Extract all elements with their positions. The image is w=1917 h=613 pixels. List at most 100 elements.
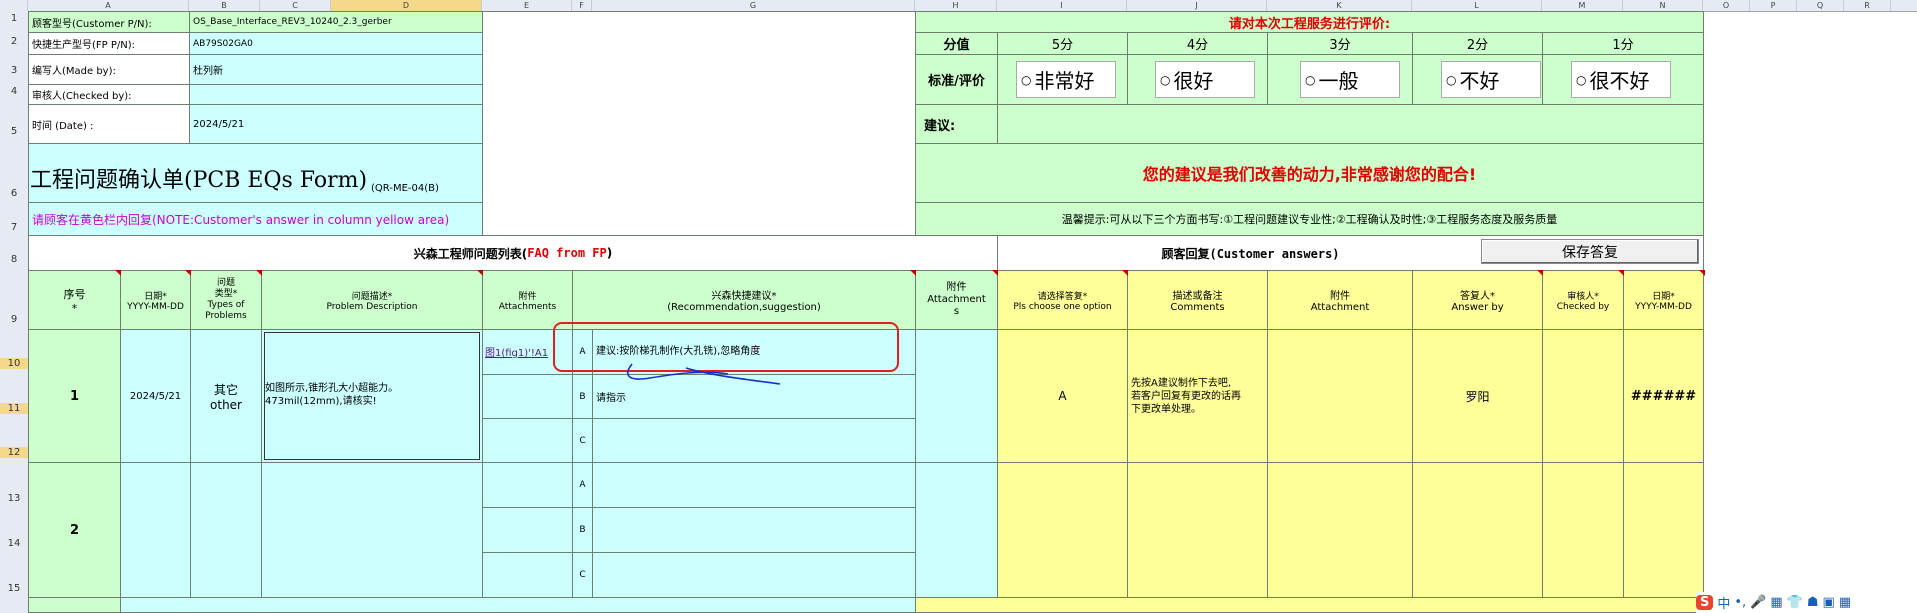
- issue-1-checked-by[interactable]: [1542, 329, 1624, 463]
- row-header[interactable]: 15: [0, 583, 28, 594]
- comment-marker[interactable]: [185, 270, 191, 276]
- column-header-k[interactable]: K: [1267, 0, 1412, 11]
- issue-2-type[interactable]: [190, 462, 262, 598]
- column-header-q[interactable]: Q: [1797, 0, 1844, 11]
- made-by-value[interactable]: 杜列新: [189, 54, 483, 85]
- issue-1-type[interactable]: 其它 other: [190, 329, 262, 463]
- column-header-d[interactable]: D: [331, 0, 482, 11]
- customer-pn-value[interactable]: OS_Base_Interface_REV3_10240_2.3_gerber: [189, 11, 483, 33]
- issue-1-cust-attach[interactable]: [1267, 329, 1413, 463]
- column-header-p[interactable]: P: [1750, 0, 1797, 11]
- radio-icon: ○: [1160, 72, 1171, 87]
- comment-marker[interactable]: [256, 270, 262, 276]
- issue-1-comment[interactable]: 先按A建议制作下去吧, 若客户回复有更改的话再 下更改单处理。: [1127, 329, 1268, 463]
- issue-2-checked-by[interactable]: [1542, 462, 1624, 598]
- column-header-e[interactable]: E: [482, 0, 572, 11]
- issue-2-date[interactable]: [120, 462, 191, 598]
- row-header[interactable]: 4: [0, 86, 28, 97]
- rating-option-average[interactable]: ○ 一般: [1300, 61, 1400, 98]
- row-header[interactable]: 1: [0, 13, 28, 24]
- row-header[interactable]: 12: [0, 447, 28, 458]
- fp-section-title-prefix: 兴森工程师问题列表(: [413, 246, 528, 261]
- fp-pn-value[interactable]: AB79S02GA0: [189, 32, 483, 55]
- comment-marker[interactable]: [1122, 270, 1128, 276]
- row-header[interactable]: 5: [0, 126, 28, 137]
- row-header[interactable]: 14: [0, 538, 28, 549]
- row-header[interactable]: 6: [0, 188, 28, 199]
- microphone-icon[interactable]: 🎤: [1750, 595, 1766, 610]
- column-header-j[interactable]: J: [1127, 0, 1267, 11]
- issue-1-attachment-b[interactable]: [482, 374, 573, 419]
- issue-1-choice[interactable]: A: [997, 329, 1128, 463]
- issue-1-desc[interactable]: 如图所示,锥形孔大小超能力。 473mil(12mm),请核实!: [261, 329, 483, 463]
- row-header[interactable]: 13: [0, 493, 28, 504]
- issue-2-attach2[interactable]: [915, 462, 998, 598]
- row-header[interactable]: 10: [0, 358, 28, 369]
- issue-1-date[interactable]: 2024/5/21: [120, 329, 191, 463]
- issue-1-attachment-link[interactable]: 图1(fig1)'!A1: [485, 344, 548, 359]
- column-header-o[interactable]: O: [1703, 0, 1750, 11]
- column-header-a[interactable]: A: [28, 0, 189, 11]
- skin-icon[interactable]: 👕: [1787, 595, 1803, 610]
- rating-option-very-bad[interactable]: ○ 很不好: [1571, 61, 1671, 98]
- issue-2-cust-date[interactable]: [1623, 462, 1704, 598]
- user-icon[interactable]: ☗: [1807, 595, 1819, 610]
- row-16-cells-left[interactable]: [120, 597, 916, 613]
- issue-1-cust-date[interactable]: ######: [1623, 329, 1704, 463]
- date-value[interactable]: 2024/5/21: [189, 104, 483, 144]
- column-header-i[interactable]: I: [997, 0, 1127, 11]
- row-header[interactable]: 8: [0, 254, 28, 265]
- issue-2-cust-attach[interactable]: [1267, 462, 1413, 598]
- issue-2-option-c-text[interactable]: [592, 552, 916, 598]
- sogou-logo-icon[interactable]: S: [1696, 595, 1714, 610]
- checked-by-value[interactable]: [189, 84, 483, 105]
- column-header-n[interactable]: N: [1623, 0, 1703, 11]
- row-16-cells-right[interactable]: [915, 597, 1704, 613]
- issue-2-answer-by[interactable]: [1412, 462, 1543, 598]
- comment-marker[interactable]: [1699, 270, 1705, 276]
- issue-1-attach2[interactable]: [915, 329, 998, 463]
- issue-1-attachment-c[interactable]: [482, 418, 573, 463]
- comment-marker[interactable]: [115, 270, 121, 276]
- comment-marker[interactable]: [477, 270, 483, 276]
- toolbox-icon[interactable]: ▣: [1823, 595, 1835, 610]
- comment-marker[interactable]: [1537, 270, 1543, 276]
- issue-2-attachment-a[interactable]: [482, 462, 573, 508]
- issue-2-attachment-b[interactable]: [482, 507, 573, 553]
- issue-2-option-a-text[interactable]: [592, 462, 916, 508]
- issue-1-answer-by[interactable]: 罗阳: [1412, 329, 1543, 463]
- column-header-h[interactable]: H: [915, 0, 997, 11]
- row-header[interactable]: 2: [0, 36, 28, 47]
- column-header[interactable]: [0, 0, 28, 11]
- rating-option-very-good[interactable]: ○ 非常好: [1016, 61, 1116, 98]
- comment-marker[interactable]: [910, 270, 916, 276]
- save-answer-button[interactable]: 保存答复: [1481, 239, 1699, 264]
- chinese-mode-icon[interactable]: 中: [1717, 593, 1730, 612]
- rating-option-good[interactable]: ○ 很好: [1155, 61, 1255, 98]
- column-header-c[interactable]: C: [260, 0, 331, 11]
- menu-grid-icon[interactable]: ▦: [1839, 595, 1851, 610]
- rating-option-bad[interactable]: ○ 不好: [1441, 61, 1541, 98]
- column-header-f[interactable]: F: [572, 0, 592, 11]
- issue-2-option-b-text[interactable]: [592, 507, 916, 553]
- comment-marker[interactable]: [992, 270, 998, 276]
- issue-2-comment[interactable]: [1127, 462, 1268, 598]
- comment-marker[interactable]: [1618, 270, 1624, 276]
- column-header-m[interactable]: M: [1542, 0, 1623, 11]
- column-header-g[interactable]: G: [592, 0, 915, 11]
- issue-1-option-c-text[interactable]: [592, 418, 916, 463]
- issue-2-desc[interactable]: [261, 462, 483, 598]
- row-header[interactable]: 3: [0, 65, 28, 76]
- column-header-r[interactable]: R: [1844, 0, 1891, 11]
- keyboard-icon[interactable]: ▦: [1770, 595, 1782, 610]
- punctuation-icon[interactable]: •,: [1734, 595, 1746, 610]
- header-answer-by: 答复人* Answer by: [1412, 270, 1543, 330]
- row-header[interactable]: 11: [0, 403, 28, 414]
- column-header-b[interactable]: B: [189, 0, 260, 11]
- row-header[interactable]: 9: [0, 314, 28, 325]
- column-header-l[interactable]: L: [1412, 0, 1542, 11]
- issue-2-attachment-c[interactable]: [482, 552, 573, 598]
- row-header[interactable]: 7: [0, 222, 28, 233]
- suggestion-input[interactable]: [997, 104, 1704, 144]
- issue-2-choice[interactable]: [997, 462, 1128, 598]
